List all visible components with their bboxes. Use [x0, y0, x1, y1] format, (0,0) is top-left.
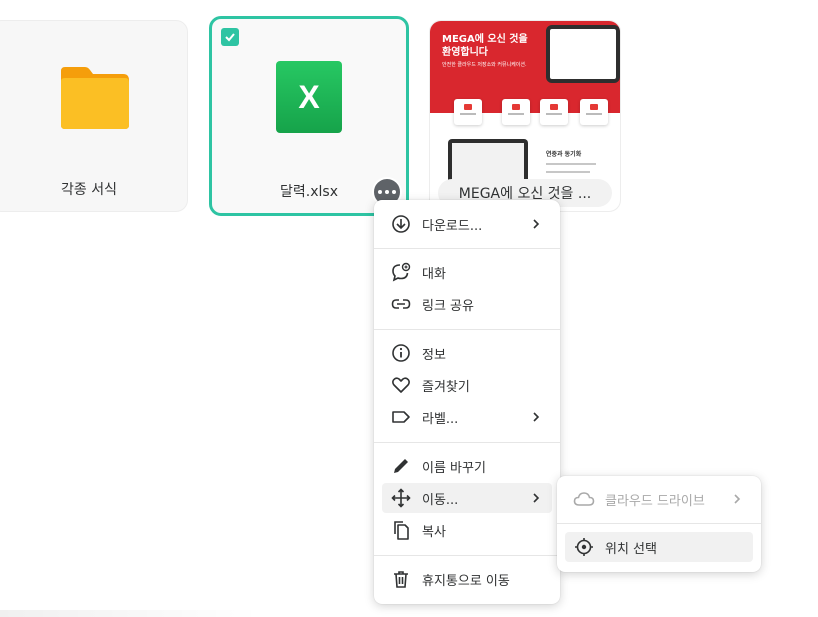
chat-icon	[390, 261, 412, 283]
bottom-shadow	[0, 610, 260, 617]
move-icon	[390, 487, 412, 509]
menu-item-label: 이름 바꾸기	[422, 460, 486, 476]
heart-icon	[390, 374, 412, 396]
menu-item-label: 정보	[422, 347, 446, 363]
submenu-item-label: 클라우드 드라이브	[605, 493, 705, 509]
thumbnail-title: MEGA에 오신 것을 환영합니다	[442, 34, 528, 58]
pencil-icon	[390, 455, 412, 477]
menu-divider	[374, 442, 560, 443]
menu-divider	[374, 329, 560, 330]
chevron-right-icon	[533, 219, 540, 229]
excel-icon-letter: X	[298, 78, 320, 115]
file-name: 각종 서식	[61, 182, 117, 198]
menu-divider	[374, 248, 560, 249]
thumbnail-text-line	[546, 163, 596, 165]
submenu-item-select-location[interactable]: 위치 선택	[565, 532, 753, 562]
thumbnail-text-line	[546, 171, 590, 173]
thumbnail-subtitle: 안전한 클라우드 저장소와 커뮤니케이션.	[442, 62, 527, 68]
menu-item-label: 다운로드...	[422, 218, 483, 234]
chevron-right-icon	[533, 412, 540, 422]
menu-item-label: 즐겨찾기	[422, 379, 470, 395]
thumbnail-screen-image	[546, 25, 620, 83]
chevron-right-icon	[734, 494, 741, 504]
trash-icon	[390, 568, 412, 590]
menu-item-label: 링크 공유	[422, 298, 474, 314]
menu-item-label: 대화	[422, 266, 446, 282]
context-menu: 다운로드... 대화 링크 공유 정보 즐겨찾기 라벨... 이름 바꾸기 이동…	[374, 200, 560, 604]
thumbnail-feature-card	[580, 99, 608, 125]
chevron-right-icon	[533, 493, 540, 503]
crosshair-icon	[573, 536, 595, 558]
move-submenu: 클라우드 드라이브 위치 선택	[557, 476, 761, 572]
thumbnail-section-title: 연중과 동기화	[546, 151, 582, 158]
check-icon	[225, 33, 235, 42]
menu-item-label: 복사	[422, 524, 446, 540]
link-icon	[390, 293, 412, 315]
menu-item-download[interactable]: 다운로드...	[382, 209, 552, 239]
folder-icon	[61, 67, 129, 129]
menu-item-info[interactable]: 정보	[382, 338, 552, 368]
menu-item-share-link[interactable]: 링크 공유	[382, 289, 552, 319]
menu-item-label: 휴지통으로 이동	[422, 573, 510, 589]
menu-item-chat[interactable]: 대화	[382, 257, 552, 287]
menu-item-copy[interactable]: 복사	[382, 515, 552, 545]
file-card-document[interactable]: MEGA에 오신 것을 환영합니다 안전한 클라우드 저장소와 커뮤니케이션. …	[429, 20, 621, 212]
menu-item-label-tag[interactable]: 라벨...	[382, 402, 552, 432]
menu-item-move[interactable]: 이동...	[382, 483, 552, 513]
info-icon	[390, 342, 412, 364]
menu-item-rename[interactable]: 이름 바꾸기	[382, 451, 552, 481]
copy-icon	[390, 519, 412, 541]
menu-item-favourite[interactable]: 즐겨찾기	[382, 370, 552, 400]
menu-divider	[557, 523, 761, 524]
excel-icon: X	[276, 61, 342, 133]
submenu-item-label: 위치 선택	[605, 541, 657, 557]
menu-item-label: 이동...	[422, 492, 459, 508]
menu-divider	[374, 555, 560, 556]
label-tag-icon	[390, 406, 412, 428]
thumbnail-feature-card	[540, 99, 568, 125]
download-icon	[390, 213, 412, 235]
thumbnail-feature-card	[454, 99, 482, 125]
cloud-icon	[573, 488, 595, 510]
file-card-folder[interactable]: 각종 서식	[0, 20, 188, 212]
selected-checkbox[interactable]	[221, 28, 239, 46]
submenu-item-cloud-drive[interactable]: 클라우드 드라이브	[565, 484, 753, 514]
menu-item-trash[interactable]: 휴지통으로 이동	[382, 564, 552, 594]
menu-item-label: 라벨...	[422, 411, 459, 427]
thumbnail-feature-card	[502, 99, 530, 125]
